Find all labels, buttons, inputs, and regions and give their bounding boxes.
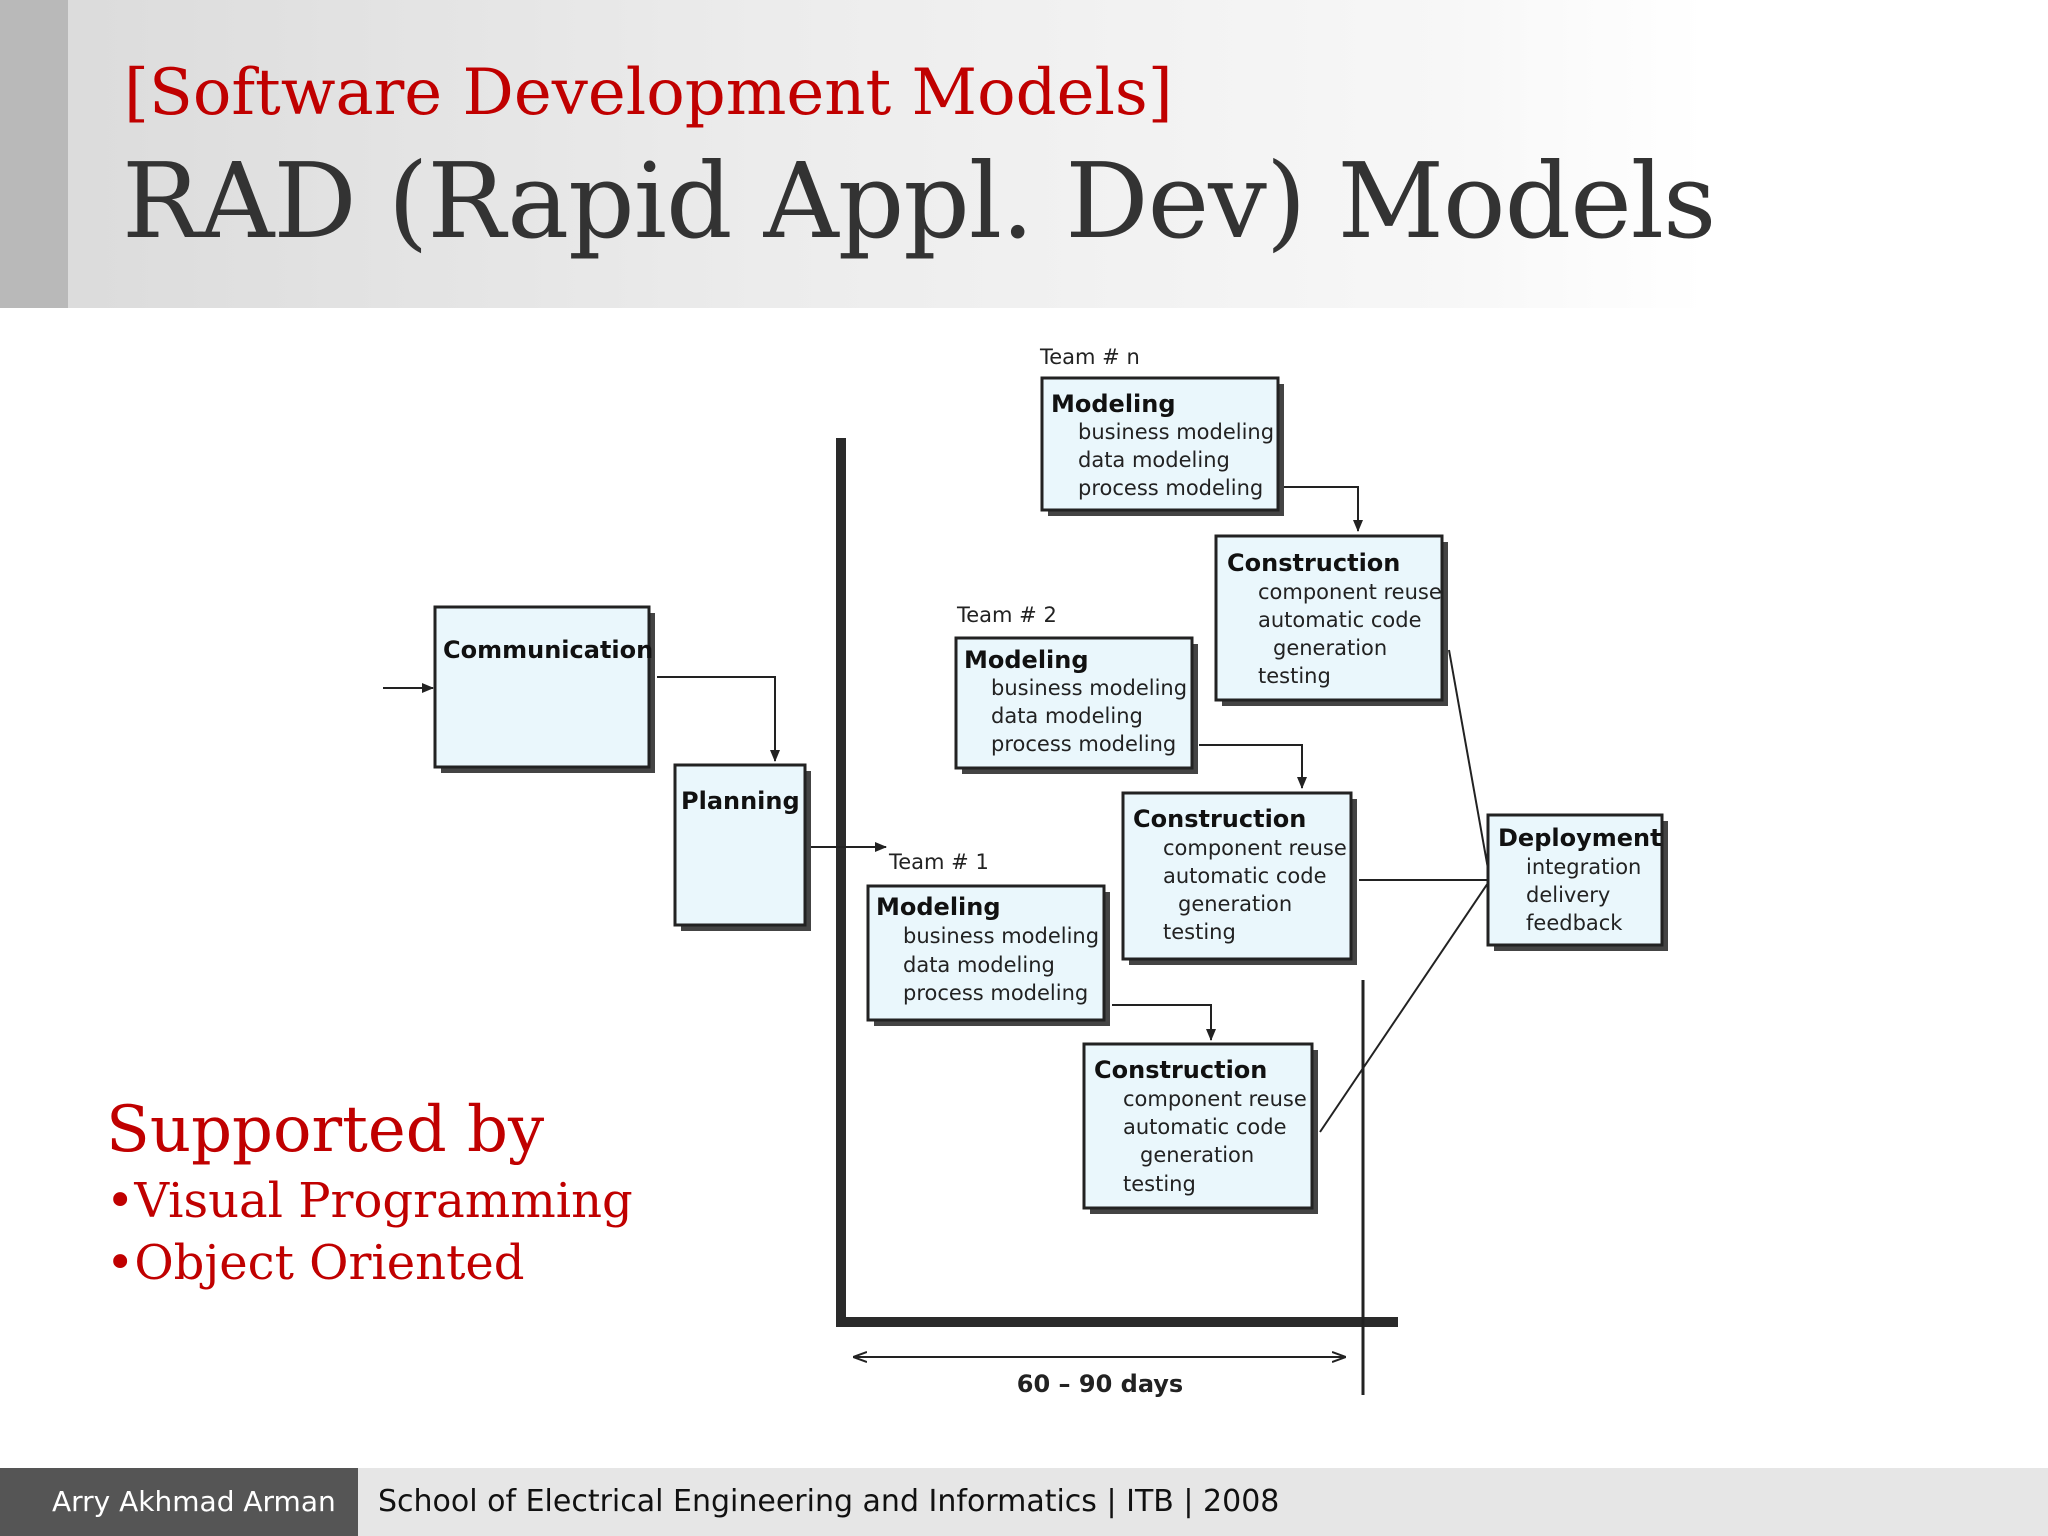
modeling-line-business: business modeling bbox=[1078, 420, 1274, 444]
slide: [Software Development Models] RAD (Rapid… bbox=[0, 0, 2048, 1536]
construction-box-team-2: Construction component reuse automatic c… bbox=[1121, 791, 1357, 965]
construction-title: Construction bbox=[1133, 805, 1306, 833]
supported-by-block: Supported by •Visual Programming •Object… bbox=[106, 1090, 633, 1294]
modeling-title: Modeling bbox=[876, 893, 1001, 921]
construction-line-autocode: automatic code bbox=[1163, 864, 1327, 888]
construction-title: Construction bbox=[1094, 1056, 1267, 1084]
footer: Arry Akhmad Arman School of Electrical E… bbox=[0, 1468, 2048, 1536]
planning-title: Planning bbox=[681, 787, 800, 815]
construction-line-reuse: component reuse bbox=[1123, 1087, 1307, 1111]
construction-box-team-1: Construction component reuse automatic c… bbox=[1082, 1042, 1318, 1214]
communication-title: Communication bbox=[443, 636, 653, 664]
construction-line-generation: generation bbox=[1178, 892, 1292, 916]
modeling-title: Modeling bbox=[1051, 390, 1176, 418]
construction-line-testing: testing bbox=[1123, 1172, 1196, 1196]
support-item-object-oriented: •Object Oriented bbox=[106, 1235, 525, 1291]
planning-box: Planning bbox=[673, 763, 811, 931]
communication-to-planning-connector bbox=[657, 676, 780, 762]
deployment-title: Deployment bbox=[1498, 824, 1662, 852]
deployment-line-integration: integration bbox=[1526, 855, 1641, 879]
team-1-label: Team # 1 bbox=[888, 850, 989, 874]
team2-modeling-to-construction-connector bbox=[1199, 744, 1307, 789]
modeling-line-process: process modeling bbox=[1078, 476, 1263, 500]
modeling-line-data: data modeling bbox=[903, 953, 1055, 977]
footer-school: School of Electrical Engineering and Inf… bbox=[378, 1484, 1280, 1519]
modeling-line-business: business modeling bbox=[991, 676, 1187, 700]
modeling-title: Modeling bbox=[964, 646, 1089, 674]
support-item-visual-programming: •Visual Programming bbox=[106, 1173, 633, 1229]
construction-line-testing: testing bbox=[1258, 664, 1331, 688]
modeling-line-data: data modeling bbox=[1078, 448, 1230, 472]
timebox-label: 60 – 90 days bbox=[1017, 1370, 1183, 1398]
modeling-box-team-1: Modeling business modeling data modeling… bbox=[866, 884, 1110, 1026]
construction-line-reuse: component reuse bbox=[1258, 580, 1442, 604]
modeling-line-business: business modeling bbox=[903, 924, 1099, 948]
construction-line-generation: generation bbox=[1273, 636, 1387, 660]
construction-line-testing: testing bbox=[1163, 920, 1236, 944]
construction-title: Construction bbox=[1227, 549, 1400, 577]
teamn-modeling-to-construction-connector bbox=[1283, 486, 1363, 532]
supported-by-heading: Supported by bbox=[106, 1093, 545, 1167]
deployment-line-feedback: feedback bbox=[1526, 911, 1623, 935]
footer-author: Arry Akhmad Arman bbox=[0, 1468, 358, 1536]
construction-box-team-n: Construction component reuse automatic c… bbox=[1214, 534, 1448, 706]
modeling-line-process: process modeling bbox=[991, 732, 1176, 756]
team-2-label: Team # 2 bbox=[956, 603, 1057, 627]
construction-line-reuse: component reuse bbox=[1163, 836, 1347, 860]
construction-line-autocode: automatic code bbox=[1123, 1115, 1287, 1139]
team1-modeling-to-construction-connector bbox=[1112, 1004, 1216, 1041]
modeling-box-team-n: Modeling business modeling data modeling… bbox=[1040, 376, 1284, 516]
communication-box: Communication bbox=[433, 605, 655, 773]
deployment-line-delivery: delivery bbox=[1526, 883, 1610, 907]
teamn-construction-to-deployment-connector bbox=[1448, 649, 1491, 881]
deployment-box: Deployment integration delivery feedback bbox=[1486, 813, 1668, 951]
modeling-line-data: data modeling bbox=[991, 704, 1143, 728]
modeling-line-process: process modeling bbox=[903, 981, 1088, 1005]
team-n-label: Team # n bbox=[1039, 345, 1140, 369]
construction-line-autocode: automatic code bbox=[1258, 608, 1422, 632]
construction-line-generation: generation bbox=[1140, 1143, 1254, 1167]
modeling-box-team-2: Modeling business modeling data modeling… bbox=[954, 636, 1198, 774]
